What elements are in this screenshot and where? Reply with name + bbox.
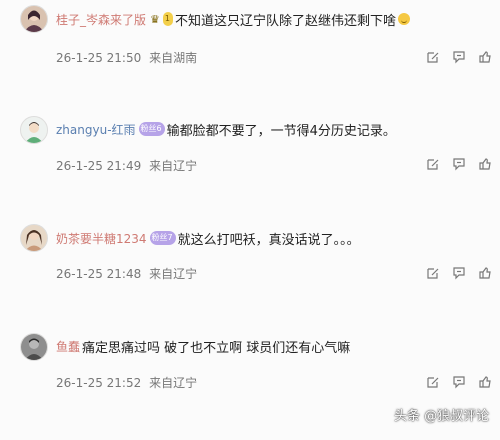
username[interactable]: 桂子_岑森来了版 <box>56 11 146 28</box>
avatar[interactable] <box>20 116 48 144</box>
edit-icon[interactable] <box>426 266 440 280</box>
comment-time: 26-1-25 21:52 <box>56 376 142 390</box>
comment-location: 来自辽宁 <box>149 376 198 390</box>
comment-time: 26-1-25 21:48 <box>56 267 142 281</box>
like-icon[interactable] <box>478 266 492 280</box>
comment-location: 来自湖南 <box>149 51 198 65</box>
emoji-icon <box>398 13 410 25</box>
avatar[interactable] <box>20 333 48 361</box>
edit-icon[interactable] <box>426 50 440 64</box>
watermark: 头条 @狼叔评论 <box>394 409 490 424</box>
fan-badge: 1 <box>162 12 173 26</box>
comment-text: 不知道这只辽宁队除了赵继伟还剩下啥 <box>174 13 396 29</box>
edit-icon[interactable] <box>426 157 440 171</box>
edit-icon[interactable] <box>426 375 440 389</box>
comment-time: 26-1-25 21:50 <box>56 51 142 65</box>
comment-location: 来自辽宁 <box>149 267 198 281</box>
like-icon[interactable] <box>478 50 492 64</box>
avatar[interactable] <box>20 224 48 252</box>
username[interactable]: 鱼蠢 <box>56 338 80 355</box>
reply-icon[interactable] <box>452 50 466 64</box>
like-icon[interactable] <box>478 157 492 171</box>
comment-text: 输都脸都不要了，一节得4分历史记录。 <box>166 123 396 139</box>
comment-text: 就这么打吧袄，真没话说了。。。 <box>177 232 360 248</box>
reply-icon[interactable] <box>452 375 466 389</box>
reply-icon[interactable] <box>452 266 466 280</box>
comment-time: 26-1-25 21:49 <box>56 159 142 173</box>
comment-location: 来自辽宁 <box>149 159 198 173</box>
user-avatar-icon <box>21 334 47 360</box>
user-avatar-icon <box>21 225 47 251</box>
fan-badge: 粉丝6 <box>138 122 165 136</box>
reply-icon[interactable] <box>452 157 466 171</box>
username[interactable]: zhangyu-红雨 <box>56 121 136 138</box>
avatar[interactable] <box>20 5 48 33</box>
comment-text: 痛定思痛过吗 破了也不立啊 球员们还有心气嘛 <box>82 340 351 356</box>
username[interactable]: 奶茶要半糖1234 <box>56 230 147 247</box>
user-avatar-icon <box>21 6 47 32</box>
fan-badge: 粉丝7 <box>149 231 176 245</box>
like-icon[interactable] <box>478 375 492 389</box>
user-avatar-icon <box>21 117 47 143</box>
crown-icon: ♛ <box>150 12 160 26</box>
